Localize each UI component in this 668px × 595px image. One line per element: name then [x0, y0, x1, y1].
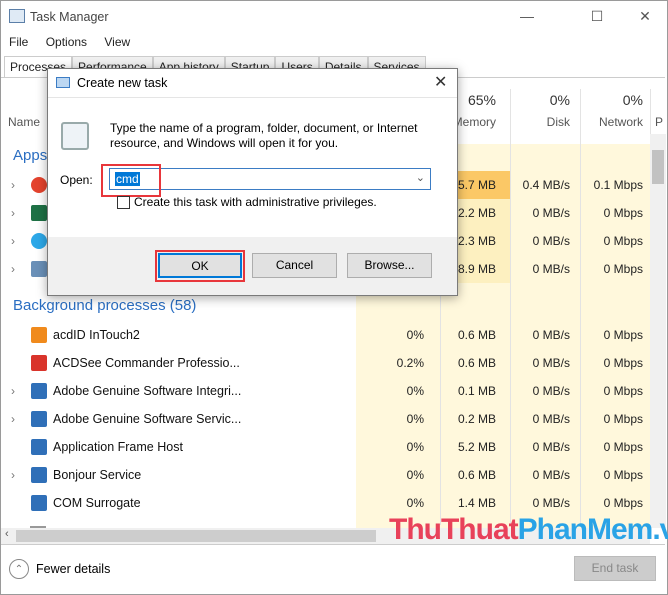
fewer-details-link[interactable]: Fewer details: [36, 562, 110, 576]
expand-chevron-icon[interactable]: ›: [11, 468, 15, 482]
network-cell: 0 Mbps: [603, 412, 643, 426]
process-name: Bonjour Service: [53, 468, 142, 482]
close-button[interactable]: ✕: [630, 4, 660, 28]
disk-cell: 0 MB/s: [532, 468, 570, 482]
process-icon: [31, 355, 47, 371]
watermark: ThuThuatPhanMem.vn: [389, 513, 668, 546]
dialog-description: Type the name of a program, folder, docu…: [110, 121, 418, 150]
background-section-header: Background processes (58): [13, 297, 197, 314]
disk-cell: 0.4 MB/s: [522, 178, 570, 192]
column-power[interactable]: P: [655, 115, 663, 129]
disk-cell: 0 MB/s: [532, 440, 570, 454]
apps-section-header: Apps: [13, 147, 48, 164]
dropdown-chevron-icon[interactable]: ⌄: [416, 171, 425, 184]
disk-cell: 0 MB/s: [532, 412, 570, 426]
network-cell: 0 Mbps: [603, 468, 643, 482]
run-icon: [56, 77, 70, 88]
menu-file[interactable]: File: [9, 35, 28, 49]
memory-cell: 5.2 MB: [457, 440, 496, 454]
column-disk[interactable]: Disk: [510, 115, 570, 129]
memory-cell: 0.6 MB: [457, 328, 496, 342]
process-name: ACDSee Commander Professio...: [53, 356, 240, 370]
process-icon: [31, 439, 47, 455]
admin-checkbox-label[interactable]: Create this task with administrative pri…: [134, 195, 377, 209]
network-cell: 0 Mbps: [603, 328, 643, 342]
network-percent: 0%: [622, 92, 643, 108]
task-manager-icon: [31, 261, 47, 277]
menu-options[interactable]: Options: [46, 35, 87, 49]
create-new-task-dialog: Create new task ✕ Type the name of a pro…: [47, 68, 458, 296]
process-name: Application Frame Host: [53, 440, 183, 454]
cpu-cell: 0%: [406, 328, 424, 342]
network-cell: 0 Mbps: [603, 384, 643, 398]
network-cell: 0.1 Mbps: [593, 178, 643, 192]
process-name: Adobe Genuine Software Integri...: [53, 384, 242, 398]
process-icon: [31, 467, 47, 483]
column-network[interactable]: Network: [580, 115, 643, 129]
process-name: COM Surrogate: [53, 496, 141, 510]
expand-chevron-icon[interactable]: ›: [11, 206, 15, 220]
dialog-close-icon[interactable]: ✕: [434, 72, 447, 92]
excel-icon: [31, 205, 47, 221]
disk-cell: 0 MB/s: [532, 328, 570, 342]
hscroll-thumb[interactable]: [16, 530, 376, 542]
highlight-box: [155, 250, 245, 282]
window-title: Task Manager: [30, 10, 109, 24]
cancel-button[interactable]: Cancel: [252, 253, 337, 278]
cpu-cell: 0%: [406, 440, 424, 454]
process-icon: [31, 411, 47, 427]
menu-view[interactable]: View: [104, 35, 130, 49]
open-label: Open:: [60, 173, 93, 187]
minimize-button[interactable]: —: [512, 4, 542, 28]
memory-cell: 0.2 MB: [457, 412, 496, 426]
column-name[interactable]: Name: [8, 115, 40, 129]
cpu-cell: 0.2%: [396, 356, 424, 370]
disk-cell: 0 MB/s: [532, 356, 570, 370]
cpu-cell: 0%: [406, 468, 424, 482]
cpu-cell: 0%: [406, 412, 424, 426]
disk-cell: 0 MB/s: [532, 206, 570, 220]
memory-cell: 0.6 MB: [457, 356, 496, 370]
scroll-thumb[interactable]: [652, 150, 664, 184]
menu-bar: File Options View: [9, 35, 144, 49]
chevron-up-icon[interactable]: ⌃: [9, 559, 29, 579]
memory-cell: 0.6 MB: [457, 468, 496, 482]
chrome-icon: [31, 177, 47, 193]
disk-percent: 0%: [549, 92, 570, 108]
end-task-button[interactable]: End task: [574, 556, 656, 581]
network-cell: 0 Mbps: [603, 356, 643, 370]
expand-chevron-icon[interactable]: ›: [11, 234, 15, 248]
skype-icon: [31, 233, 47, 249]
expand-chevron-icon[interactable]: ›: [11, 412, 15, 426]
maximize-button[interactable]: ☐: [582, 4, 612, 28]
network-cell: 0 Mbps: [603, 234, 643, 248]
program-icon: [61, 122, 89, 150]
dialog-title: Create new task: [77, 76, 168, 90]
scroll-left-icon[interactable]: ‹: [5, 528, 9, 540]
expand-chevron-icon[interactable]: ›: [11, 178, 15, 192]
expand-chevron-icon[interactable]: ›: [11, 262, 15, 276]
cpu-cell: 0%: [406, 384, 424, 398]
process-icon: [31, 495, 47, 511]
expand-chevron-icon[interactable]: ›: [11, 384, 15, 398]
memory-cell: 0.1 MB: [457, 384, 496, 398]
process-icon: [31, 327, 47, 343]
highlight-box: [101, 164, 161, 197]
disk-cell: 0 MB/s: [532, 384, 570, 398]
network-cell: 0 Mbps: [603, 206, 643, 220]
network-cell: 0 Mbps: [603, 262, 643, 276]
admin-checkbox[interactable]: [117, 196, 130, 209]
browse-button[interactable]: Browse...: [347, 253, 432, 278]
disk-cell: 0 MB/s: [532, 262, 570, 276]
vertical-scrollbar[interactable]: [650, 134, 666, 528]
process-name: Adobe Genuine Software Servic...: [53, 412, 242, 426]
network-cell: 0 Mbps: [603, 440, 643, 454]
process-icon: [31, 383, 47, 399]
process-name: acdID InTouch2: [53, 328, 140, 342]
disk-cell: 0 MB/s: [532, 234, 570, 248]
task-manager-icon: [9, 9, 25, 23]
